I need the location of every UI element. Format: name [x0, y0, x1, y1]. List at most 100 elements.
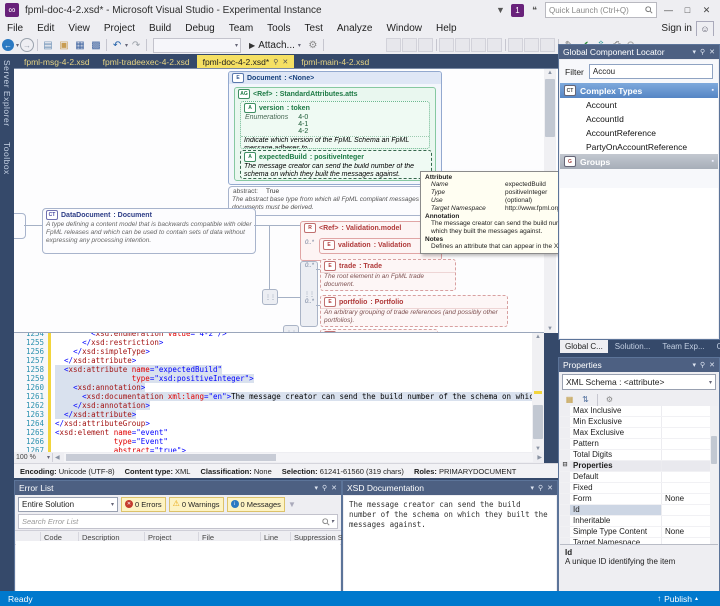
code-line[interactable]: 1259 type="xsd:positiveInteger"> [14, 374, 544, 383]
locator-item[interactable]: Account [560, 98, 718, 112]
new-file-icon[interactable]: ▤ [40, 38, 56, 53]
designer-abstract-box[interactable]: abstract:True The abstract base type fro… [228, 186, 442, 216]
notification-badge[interactable]: 1 [511, 4, 524, 17]
code-line[interactable]: 1263 </xsd:attribute> [14, 410, 544, 419]
property-row[interactable]: Default [560, 472, 718, 483]
editor-scrollbar[interactable]: ▲ ▼ [532, 333, 544, 453]
designer-portfolio-box[interactable]: Eportfolio: Portfolio An arbitrary group… [320, 295, 508, 327]
close-icon[interactable]: ✕ [547, 484, 553, 492]
menu-project[interactable]: Project [97, 20, 142, 36]
dock-tab-globalc[interactable]: Global C... [560, 340, 608, 353]
code-line[interactable]: 1257 </xsd:attribute> [14, 356, 544, 365]
property-row[interactable]: Inheritable [560, 516, 718, 527]
designer-validation-box[interactable]: Evalidation: Validation [319, 238, 435, 254]
groups-group-header[interactable]: G Groups ▪ [560, 154, 718, 169]
code-line[interactable]: 1262 </xsd:annotation> [14, 401, 544, 410]
code-line[interactable]: 1266 type="Event" [14, 437, 544, 446]
menu-edit[interactable]: Edit [30, 20, 61, 36]
dock-tab-solution[interactable]: Solution... [610, 340, 656, 353]
tool-icon-disabled[interactable] [455, 38, 470, 52]
pin-icon[interactable]: ⚲ [700, 361, 705, 369]
tool-icon-disabled[interactable] [439, 38, 454, 52]
xsd-designer-surface[interactable]: EDocument: <None> AG<Ref>: StandardAttri… [14, 68, 558, 333]
sign-in-link[interactable]: Sign in [661, 20, 692, 36]
menu-file[interactable]: File [0, 20, 30, 36]
tool-icon-disabled[interactable] [487, 38, 502, 52]
undo-icon[interactable]: ↶ [109, 38, 125, 53]
dock-tab-teamexp[interactable]: Team Exp... [657, 340, 709, 353]
properties-titlebar[interactable]: Properties ▾⚲✕ [559, 358, 719, 372]
property-row[interactable]: Id [560, 505, 718, 516]
pin-icon[interactable]: ⚲ [322, 484, 327, 492]
designer-datadocument-box[interactable]: CTDataDocument: Document A type defining… [42, 208, 256, 254]
code-line[interactable]: 1261 <xsd:documentation xml:lang="en">Th… [14, 392, 544, 401]
code-line[interactable]: 1258 <xsd:attribute name="expectedBuild" [14, 365, 544, 374]
server-explorer-tab[interactable]: Server Explorer [2, 60, 12, 127]
property-row[interactable]: ⊟Properties [560, 461, 718, 472]
properties-grid[interactable]: Max InclusiveMin ExclusiveMax ExclusiveP… [560, 406, 718, 550]
property-row[interactable]: Fixed [560, 483, 718, 494]
designer-expectedbuild-box[interactable]: AexpectedBuild: positiveInteger The mess… [240, 150, 432, 179]
group-pin-icon[interactable]: ▪ [712, 158, 714, 165]
tool-icon-disabled[interactable] [418, 38, 433, 52]
menu-help[interactable]: Help [429, 20, 464, 36]
designer-trade-box[interactable]: Etrade: Trade The root element in an FpM… [320, 259, 456, 291]
menu-debug[interactable]: Debug [178, 20, 221, 36]
publish-button[interactable]: ↑ Publish ▴ [657, 594, 698, 604]
menu-view[interactable]: View [61, 20, 97, 36]
close-button[interactable]: ✕ [699, 3, 714, 17]
property-pages-icon[interactable]: ⚙ [603, 394, 616, 405]
open-file-icon[interactable]: ▣ [56, 38, 72, 53]
properties-scrollbar[interactable] [710, 406, 718, 550]
code-line[interactable]: 1260 <xsd:annotation> [14, 383, 544, 392]
tool-icon-disabled[interactable] [386, 38, 401, 52]
error-list-search[interactable]: Search Error List ▾ [18, 514, 338, 529]
navigate-back-icon[interactable]: ← [0, 38, 16, 53]
locator-item[interactable]: PartyOnAccountReference [560, 140, 718, 154]
menu-tools[interactable]: Tools [260, 20, 297, 36]
error-list-titlebar[interactable]: Error List ▾⚲✕ [15, 481, 341, 495]
redo-icon[interactable]: ↷ [128, 38, 144, 53]
code-line[interactable]: 1256 </xsd:simpleType> [14, 347, 544, 356]
property-row[interactable]: Max Exclusive [560, 428, 718, 439]
filter-icon[interactable]: ▼ [288, 500, 296, 509]
navigate-forward-icon[interactable]: → [19, 38, 35, 53]
menu-analyze[interactable]: Analyze [330, 20, 380, 36]
doc-tab[interactable]: fpml-main-4-2.xsd [295, 55, 375, 68]
editor-zoom-select[interactable]: 100 %▾ [14, 453, 53, 462]
menu-team[interactable]: Team [222, 20, 260, 36]
property-row[interactable]: Total Digits [560, 450, 718, 461]
window-menu-icon[interactable]: ▾ [314, 484, 318, 492]
pin-icon[interactable]: ⚲ [273, 58, 278, 66]
errors-toggle[interactable]: ✕0 Errors [121, 497, 166, 512]
pin-icon[interactable]: ⚲ [700, 48, 705, 56]
window-menu-icon[interactable]: ▾ [530, 484, 534, 492]
xml-editor[interactable]: 1254 <xsd:enumeration value="4-2"/>1255 … [14, 332, 544, 453]
properties-object-selector[interactable]: XML Schema : <attribute>▾ [562, 374, 716, 390]
tool-icon-disabled[interactable] [540, 38, 555, 52]
property-row[interactable]: Min Exclusive [560, 417, 718, 428]
doc-tab[interactable]: fpml-doc-4-2.xsd*⚲✕ [197, 55, 295, 68]
tool-icon-disabled[interactable] [402, 38, 417, 52]
filter-input[interactable]: Accou [589, 64, 713, 79]
window-menu-icon[interactable]: ▾ [692, 48, 696, 56]
save-icon[interactable]: ▦ [72, 38, 88, 53]
locator-titlebar[interactable]: Global Component Locator ▾⚲✕ [559, 45, 719, 59]
property-row[interactable]: Max Inclusive [560, 406, 718, 417]
attach-button[interactable]: ▶ Attach... ▾ [245, 40, 305, 51]
menu-build[interactable]: Build [142, 20, 178, 36]
close-icon[interactable]: ✕ [709, 361, 715, 369]
group-pin-icon[interactable]: ▪ [712, 87, 714, 94]
doc-tab[interactable]: fpml-tradeexec-4-2.xsd [97, 55, 196, 68]
minimize-button[interactable]: — [661, 3, 676, 17]
code-line[interactable]: 1265<xsd:element name="event" [14, 428, 544, 437]
save-all-icon[interactable]: ▩ [88, 38, 104, 53]
code-line[interactable]: 1255 </xsd:restriction> [14, 338, 544, 347]
menu-test[interactable]: Test [298, 20, 330, 36]
categorized-icon[interactable]: ▦ [563, 394, 576, 405]
locator-item[interactable]: AccountId [560, 112, 718, 126]
tool-icon-disabled[interactable] [471, 38, 486, 52]
menu-window[interactable]: Window [379, 20, 429, 36]
locator-item[interactable]: AccountReference [560, 126, 718, 140]
quick-launch-input[interactable]: Quick Launch (Ctrl+Q) [545, 2, 657, 18]
